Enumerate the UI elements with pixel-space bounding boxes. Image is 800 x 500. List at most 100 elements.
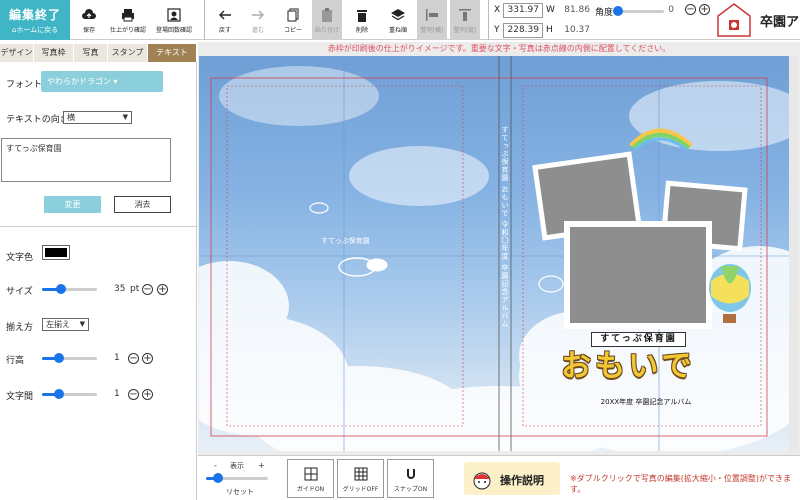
size-label: サイズ [6, 287, 33, 297]
trash-icon [357, 10, 367, 22]
align-select[interactable]: 左揃え ▼ [42, 318, 89, 331]
cover-title[interactable]: おもいで [561, 349, 721, 385]
direction-select[interactable]: 横 ▼ [63, 111, 132, 124]
cloud-upload-icon [82, 9, 96, 19]
finish-editing-button[interactable]: 編集終了 ⌂ホームに戻る [0, 0, 70, 40]
font-select[interactable]: やわらかドラゴン ▾ [41, 71, 163, 92]
size-increase-button[interactable]: + [157, 284, 168, 295]
school-name-text[interactable]: すてっぷ保育園 [591, 332, 686, 347]
angle-decrease-button[interactable]: − [685, 4, 696, 15]
finish-subtitle: ⌂ホームに戻る [11, 26, 59, 34]
print-warning: 赤枠が印刷後の仕上がりイメージです。重要な文字・写真は赤点線の内側に配置してくだ… [327, 44, 671, 53]
zoom-label: 表示 [230, 462, 244, 470]
align-vertical-icon [459, 9, 471, 21]
finish-title: 編集終了 [8, 8, 61, 22]
delete-button[interactable]: 削除 [347, 0, 377, 40]
text-settings-panel: フォント やわらかドラゴン ▾ テキストの向き 横 ▼ すてっぷ保育園 変更 消去… [0, 62, 197, 500]
angle-slider-knob[interactable] [613, 6, 623, 16]
cover-subtitle[interactable]: 20XX年度 卒園記念アルバム [591, 397, 701, 407]
x-input[interactable]: 331.97 [503, 3, 543, 18]
zoom-slider[interactable] [206, 473, 268, 483]
toolbar-divider [204, 0, 205, 40]
line-height-slider-knob[interactable] [54, 353, 64, 363]
zoom-plus[interactable]: + [258, 461, 265, 470]
align-horizontal-button[interactable]: 整列(横) [417, 0, 447, 40]
paste-button[interactable]: 貼り付け [312, 0, 342, 40]
print-preview-button[interactable]: 仕上がり確認 [106, 0, 150, 40]
font-label: フォント [6, 80, 43, 90]
y-input[interactable]: 228.39 [503, 23, 543, 38]
help-mascot-icon [473, 472, 491, 490]
text-color-label: 文字色 [6, 253, 34, 263]
grid-toggle[interactable]: グリッドOFF [337, 459, 384, 498]
snap-toggle[interactable]: スナップON [387, 459, 434, 498]
change-button[interactable]: 変更 [44, 196, 101, 213]
letter-spacing-slider-knob[interactable] [54, 389, 64, 399]
h-value[interactable]: 10.37 [556, 25, 590, 35]
x-label: X [494, 5, 501, 15]
size-slider[interactable] [42, 284, 97, 294]
guide-icon [304, 467, 317, 481]
brand-name: 卒園ア [760, 15, 800, 30]
album-cover-canvas[interactable]: すてっぷ保育園 おもいで 令和〇年度 卒園記念アルバム すてっぷ保育園 すてっぷ… [199, 56, 797, 451]
bottom-toolbar: - 表示 + リセット ガイドON グリッドOFF スナップON 操作説明 ※ダ… [198, 455, 800, 500]
canvas-area: 赤枠が印刷後の仕上がりイメージです。重要な文字・写真は赤点線の内側に配置してくだ… [198, 42, 800, 455]
cover-background: すてっぷ保育園 おもいで 令和〇年度 卒園記念アルバム [199, 56, 797, 451]
layer-order-button[interactable]: 重ね順 [381, 0, 415, 40]
edit-hint: ※ダブルクリックで写真の編集(拡大縮小・位置調整)ができます。 [570, 474, 791, 494]
text-color-fill [45, 248, 67, 257]
help-button[interactable]: 操作説明 [464, 462, 560, 495]
align-label: 揃え方 [6, 323, 34, 333]
tab-0[interactable]: デザイン [0, 44, 34, 62]
appearance-count-button[interactable]: 登場回数確認 [152, 0, 196, 40]
clear-button[interactable]: 消去 [114, 196, 171, 213]
printer-icon [122, 9, 134, 22]
line-height-decrease-button[interactable]: − [128, 353, 139, 364]
spine-text-group: すてっぷ保育園 おもいで 令和〇年度 卒園記念アルバム [501, 126, 509, 328]
zoom-slider-knob[interactable] [213, 473, 223, 483]
back-cover-school-name[interactable]: すてっぷ保育園 [321, 236, 370, 246]
letter-spacing-slider[interactable] [42, 389, 97, 399]
magnet-icon [406, 469, 415, 479]
tab-2[interactable]: 写真 [74, 44, 108, 62]
save-button[interactable]: 保存 [72, 0, 106, 40]
chevron-down-icon: ▼ [79, 320, 85, 328]
size-decrease-button[interactable]: − [142, 284, 153, 295]
letter-spacing-increase-button[interactable]: + [142, 389, 153, 400]
arrow-left-icon [219, 10, 231, 20]
size-value: 35 [114, 284, 126, 294]
line-height-increase-button[interactable]: + [142, 353, 153, 364]
toolbar-divider [488, 0, 489, 40]
angle-label: 角度 [595, 8, 614, 18]
line-height-slider[interactable] [42, 353, 97, 363]
size-slider-knob[interactable] [56, 284, 66, 294]
w-value[interactable]: 81.86 [556, 5, 590, 15]
caret-down-icon: ▾ [111, 77, 118, 86]
w-label: W [546, 5, 555, 15]
angle-increase-button[interactable]: + [699, 4, 710, 15]
vertical-scrollbar[interactable] [789, 56, 797, 451]
redo-button[interactable]: 進む [243, 0, 273, 40]
zoom-minus[interactable]: - [214, 461, 217, 470]
undo-button[interactable]: 戻す [210, 0, 240, 40]
guide-toggle[interactable]: ガイドON [287, 459, 334, 498]
size-unit: pt [130, 284, 140, 294]
text-color-swatch[interactable] [42, 245, 70, 260]
angle-slider[interactable] [613, 6, 664, 16]
letter-spacing-decrease-button[interactable]: − [128, 389, 139, 400]
clipboard-icon [322, 8, 332, 22]
letter-spacing-value: 1 [114, 389, 120, 399]
grid-icon [354, 467, 367, 481]
direction-label: テキストの向き [6, 115, 69, 125]
tab-1[interactable]: 写真枠 [34, 44, 74, 62]
tab-4[interactable]: テキスト [148, 44, 197, 62]
text-input[interactable]: すてっぷ保育園 [1, 138, 171, 182]
tab-3[interactable]: スタンプ [108, 44, 148, 62]
align-vertical-button[interactable]: 整列(縦) [450, 0, 480, 40]
zoom-reset[interactable]: リセット [226, 487, 254, 497]
layers-icon [391, 9, 405, 21]
svg-text:すてっぷ保育園 おもいで 令和〇年度 卒園記念アルバム: すてっぷ保育園 おもいで 令和〇年度 卒園記念アルバム [501, 126, 509, 328]
photo-frames [532, 128, 751, 329]
angle-value: 0 [668, 5, 674, 15]
copy-button[interactable]: コピー [278, 0, 308, 40]
